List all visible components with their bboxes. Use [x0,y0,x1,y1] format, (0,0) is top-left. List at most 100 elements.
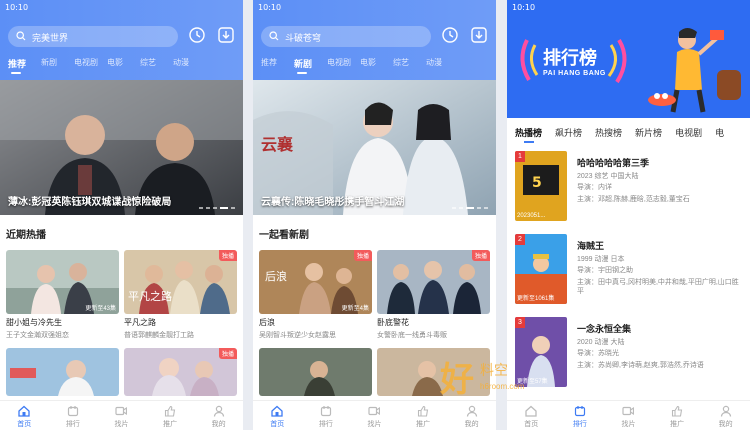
ranking-item[interactable]: 5 1 2023051... 哈哈哈哈哈第三季 2023 综艺 中国大陆 导演：… [515,151,745,223]
card-title: 甜小姐与冷先生 [6,318,62,327]
ranking-title: 排行榜 [543,48,597,69]
card-thumbnail [259,348,372,396]
tab-anime[interactable]: 动漫 [426,57,459,74]
episode-count: 更新至43集 [85,306,116,312]
nav-find[interactable]: 找片 [604,401,653,430]
card-subtitle: 女警卧底一线勇斗毒贩 [377,332,447,339]
card-subtitle: 吴刚智斗叛逆少女赵露思 [259,332,336,339]
tab-variety[interactable]: 综艺 [393,57,426,74]
search-input[interactable]: 斗破苍穹 [261,26,431,47]
card-thumbnail: 独播 [377,250,490,314]
nav-rank[interactable]: 排行 [302,401,351,430]
nav-rank[interactable]: 排行 [49,401,98,430]
section-title: 近期热播 [6,230,46,241]
category-tabs: 推荐 新剧 电视剧 电影 综艺 动漫 [261,57,459,74]
svg-text:后浪: 后浪 [265,269,287,283]
tab-rising[interactable]: 飙升榜 [555,126,582,143]
status-time: 10:10 [5,3,29,12]
download-icon[interactable] [217,26,235,44]
tab-new[interactable]: 新剧 [41,57,74,74]
home-icon [525,405,537,417]
hero-banner[interactable]: 薄冰:彭冠英陈钰琪双城谍战惊险破局 [0,80,243,215]
ranking-poster: 2 更新至1061集 [515,234,567,304]
tab-recommend[interactable]: 推荐 [8,57,41,74]
hero-banner[interactable]: 云襄 云襄传:陈晓毛晓彤携手智斗江湖 [253,80,496,215]
nav-find[interactable]: 找片 [350,401,399,430]
site-watermark: 好 料空 h6room.com [440,352,560,400]
video-card[interactable] [259,348,372,396]
ranking-item[interactable]: 2 更新至1061集 海贼王 1999 动漫 日本 导演：宇田钢之助 主演：田中… [515,234,745,306]
download-icon[interactable] [470,26,488,44]
exclusive-badge: 独播 [218,348,237,359]
section-title: 一起看新剧 [259,230,309,241]
video-card[interactable]: 独播 卧底警花 女警卧底一线勇斗毒贩 [377,250,490,340]
nav-promote[interactable]: 推广 [653,401,702,430]
rank-number: 3 [515,317,525,328]
video-card[interactable]: 更新至43集 甜小姐与冷先生 王子文金瀚双强姐恋 [6,250,119,340]
search-placeholder: 完美世界 [32,33,69,43]
card-title: 平凡之路 [124,318,156,327]
film-icon [115,406,128,416]
card-thumbnail: 独播 [124,348,237,396]
tab-anime[interactable]: 动漫 [173,57,206,74]
tab-tv[interactable]: 电视剧 [327,57,360,74]
nav-home[interactable]: 首页 [253,401,302,430]
tab-more[interactable]: 电 [715,126,724,143]
video-card[interactable]: 后浪 独播 更新至4集 后浪 吴刚智斗叛逆少女赵露思 [259,250,372,340]
tab-movie[interactable]: 电影 [107,57,140,74]
search-icon [16,31,26,41]
status-time: 10:10 [258,3,282,12]
ranking-header: 10:10 排行榜 PAI HANG BANG [507,0,750,118]
phone-home-recommend: 10:10 完美世界 推荐 新剧 电视剧 电影 综艺 动漫 薄冰:彭冠英陈钰琪双… [0,0,243,430]
tab-movie[interactable]: 电影 [360,57,393,74]
card-subtitle: 普语郭麒麟金靓打工路 [124,332,194,339]
card-subtitle: 王子文金瀚双强姐恋 [6,332,69,339]
ranking-director: 导演：内详 [577,184,612,191]
svg-text:5: 5 [532,175,542,191]
nav-rank[interactable]: 排行 [556,401,605,430]
thumb-icon [418,405,429,417]
rank-icon [574,406,585,417]
ranking-cast: 主演：苏尚卿,李诗萌,赵爽,郭浩然,乔诗语 [577,362,704,369]
user-icon [213,405,224,417]
tab-search[interactable]: 热搜榜 [595,126,622,143]
ranking-poster: 5 1 2023051... [515,151,567,221]
exclusive-badge: 独播 [471,250,490,261]
nav-home[interactable]: 首页 [0,401,49,430]
tab-new[interactable]: 新剧 [294,57,327,74]
ranking-director: 导演：宇田钢之助 [577,267,633,274]
nav-promote[interactable]: 推广 [146,401,195,430]
film-icon [622,406,635,416]
ranking-tabs: 热播榜 飙升榜 热搜榜 新片榜 电视剧 电 [515,126,737,143]
video-card[interactable] [6,348,119,396]
history-icon[interactable] [441,26,459,44]
tab-tv[interactable]: 电视剧 [74,57,107,74]
tab-variety[interactable]: 综艺 [140,57,173,74]
nav-find[interactable]: 找片 [97,401,146,430]
nav-home[interactable]: 首页 [507,401,556,430]
watermark-sub: 料空 [480,362,508,378]
nav-promote[interactable]: 推广 [399,401,448,430]
rank-number: 2 [515,234,525,245]
exclusive-badge: 独播 [218,250,237,261]
tab-newfilm[interactable]: 新片榜 [635,126,662,143]
search-input[interactable]: 完美世界 [8,26,178,47]
nav-me[interactable]: 我的 [447,401,496,430]
ranking-cast: 主演：邓超,陈赫,鹿晗,范志毅,董宝石 [577,196,690,203]
history-icon[interactable] [188,26,206,44]
tab-recommend[interactable]: 推荐 [261,57,294,74]
tab-tv[interactable]: 电视剧 [675,126,702,143]
nav-me[interactable]: 我的 [194,401,243,430]
tab-hot[interactable]: 热播榜 [515,126,542,143]
video-card[interactable]: 平凡之路 独播 平凡之路 普语郭麒麟金靓打工路 [124,250,237,340]
svg-text:平凡之路: 平凡之路 [128,289,172,303]
card-thumbnail: 后浪 独播 更新至4集 [259,250,372,314]
search-icon [269,31,279,41]
nav-me[interactable]: 我的 [701,401,750,430]
home-icon [271,405,283,417]
banner-caption: 云襄传:陈晓毛晓彤携手智斗江湖 [261,197,405,208]
bottom-nav: 首页 排行 找片 推广 我的 [0,400,243,430]
user-icon [720,405,731,417]
video-card[interactable]: 独播 [124,348,237,396]
ranking-name: 哈哈哈哈哈第三季 [577,158,650,168]
